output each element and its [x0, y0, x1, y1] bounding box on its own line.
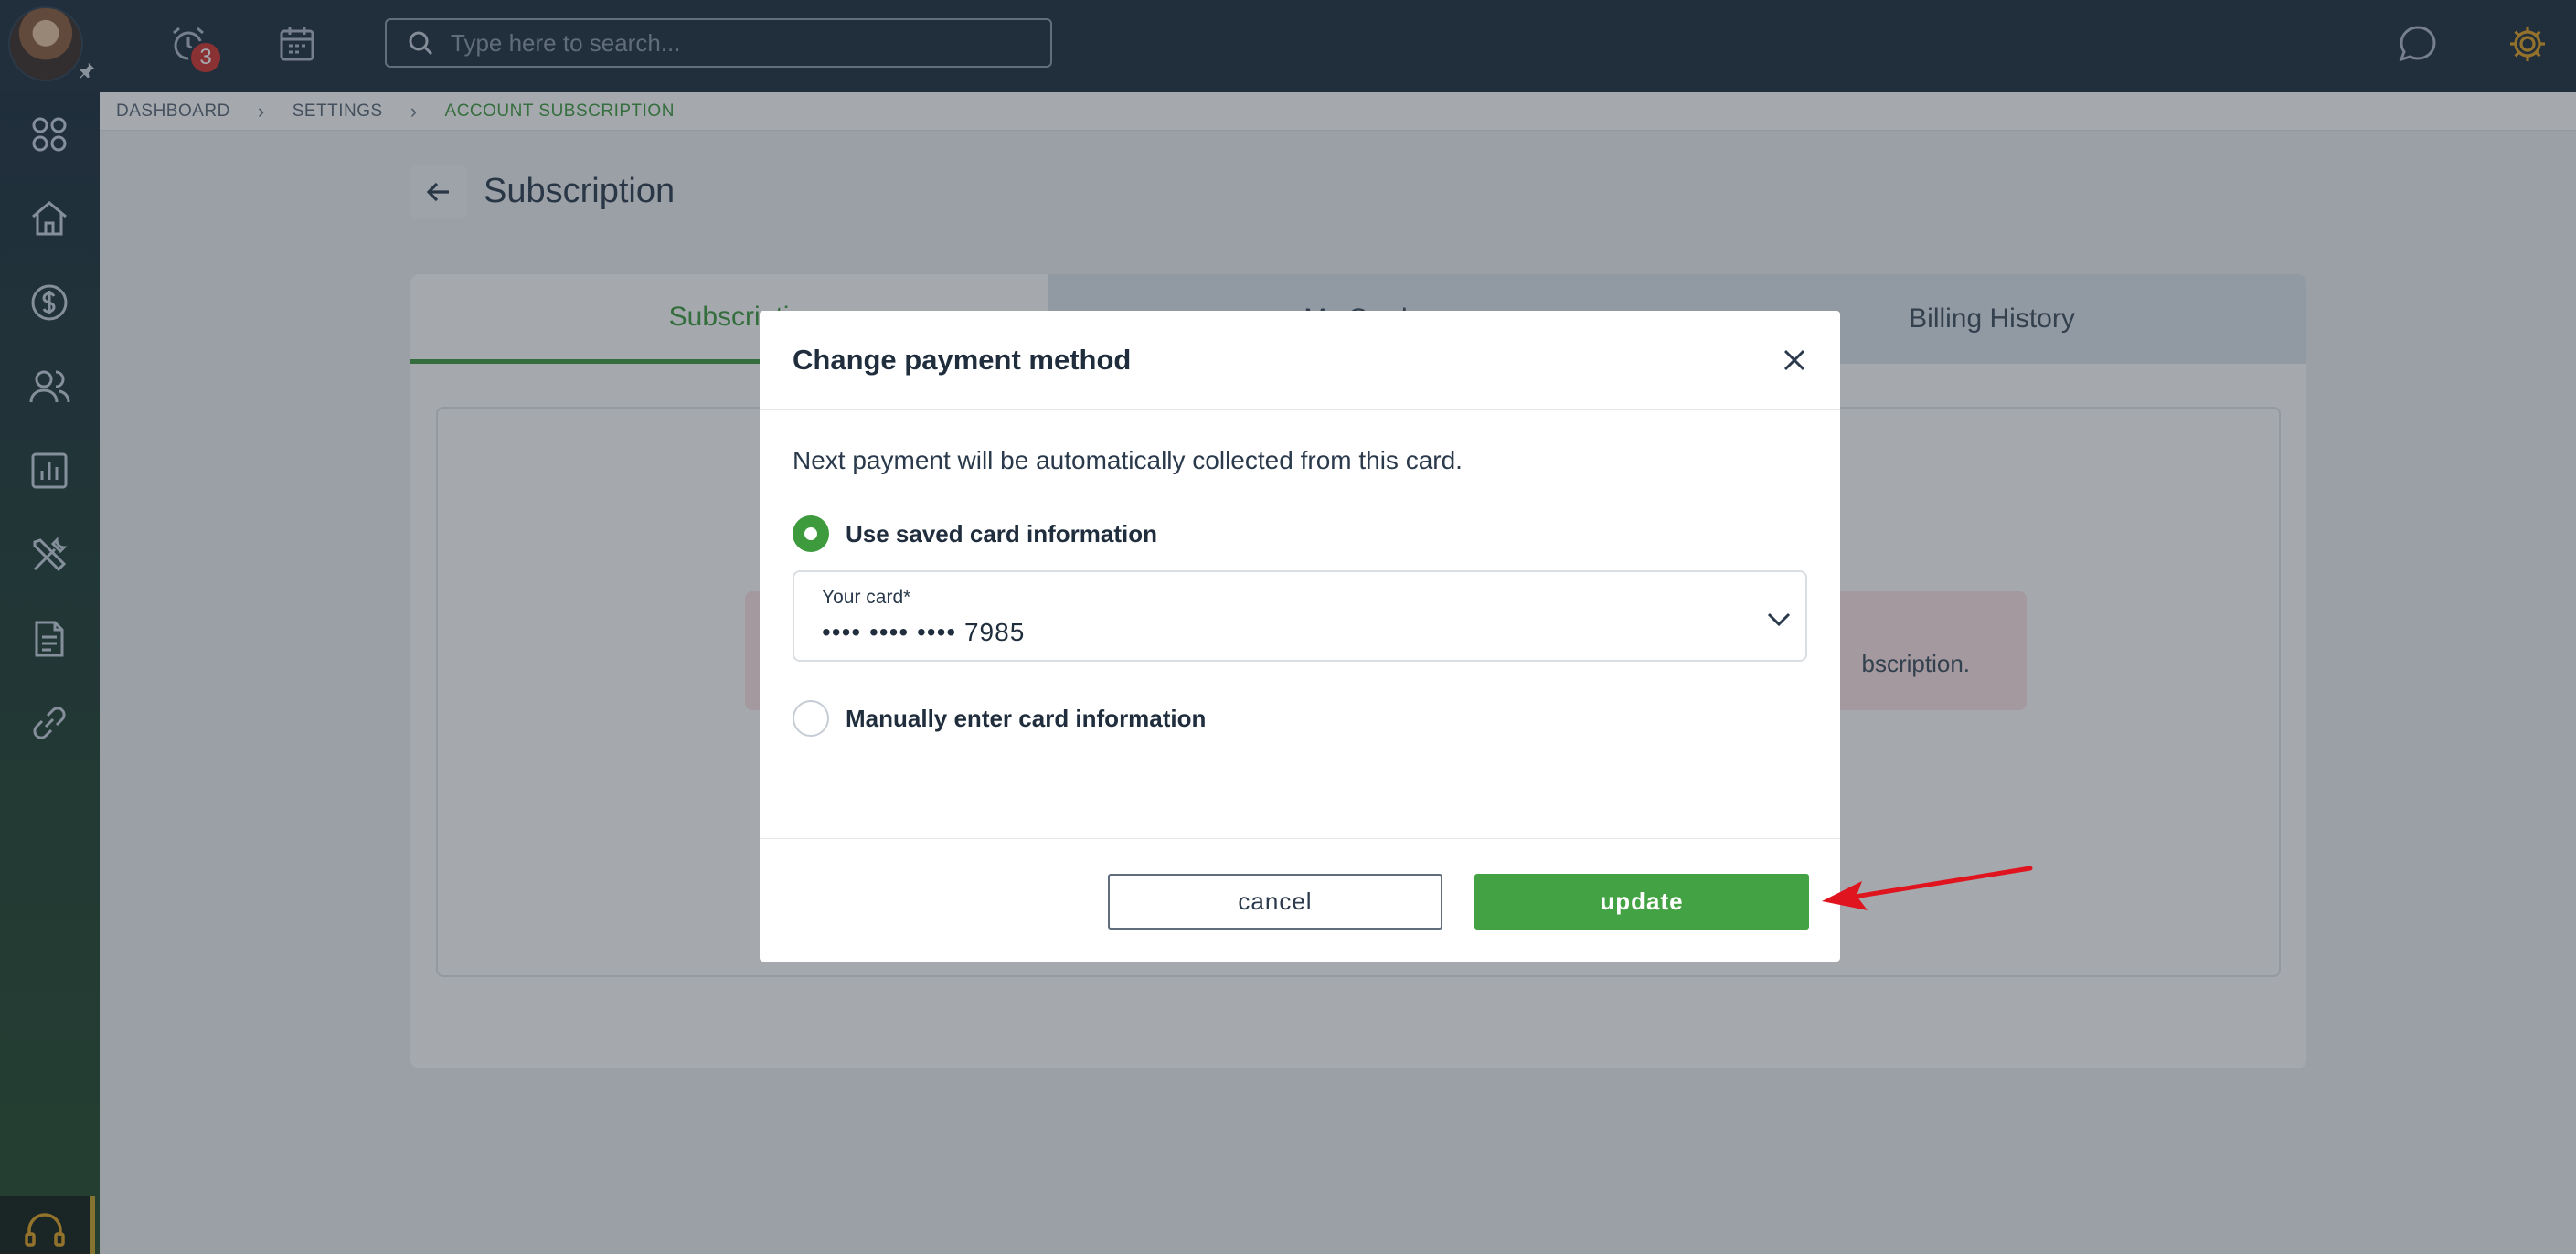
- close-icon: [1783, 349, 1805, 371]
- card-select[interactable]: Your card* •••• •••• •••• 7985: [793, 570, 1807, 662]
- radio-saved-card[interactable]: [793, 515, 829, 552]
- manual-card-option[interactable]: Manually enter card information: [793, 700, 1206, 737]
- radio-manual-card[interactable]: [793, 700, 829, 737]
- update-button[interactable]: update: [1474, 874, 1809, 930]
- card-select-label: Your card*: [822, 587, 911, 608]
- modal-header: Change payment method: [760, 311, 1840, 410]
- close-button[interactable]: [1776, 342, 1813, 378]
- change-payment-modal: Change payment method Next payment will …: [760, 311, 1840, 962]
- manual-card-label: Manually enter card information: [846, 704, 1207, 732]
- saved-card-option[interactable]: Use saved card information: [793, 515, 1157, 552]
- cancel-button[interactable]: cancel: [1108, 874, 1442, 930]
- modal-title: Change payment method: [793, 344, 1132, 376]
- chevron-down-icon: [1767, 612, 1791, 627]
- card-select-value: •••• •••• •••• 7985: [822, 618, 1026, 646]
- annotation-arrow-icon: [1822, 866, 2033, 910]
- saved-card-label: Use saved card information: [846, 519, 1157, 547]
- modal-description: Next payment will be automatically colle…: [793, 446, 1463, 474]
